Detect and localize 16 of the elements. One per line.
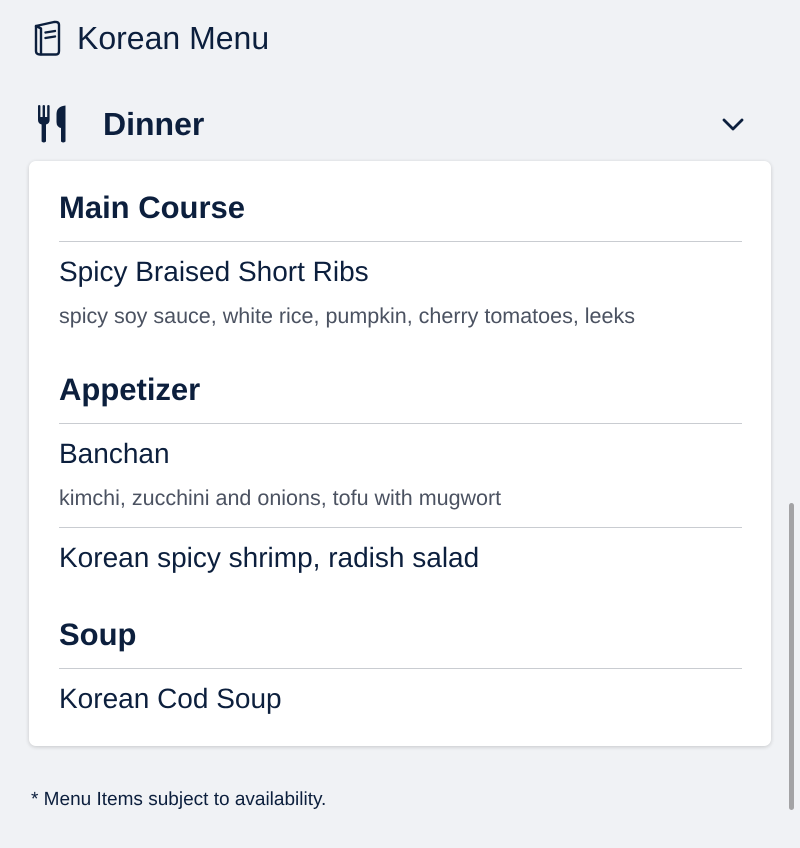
dish-description: kimchi, zucchini and onions, tofu with mugwort (59, 485, 502, 512)
dish-name: Banchan (59, 437, 171, 471)
dish-name: Korean spicy shrimp, radish salad (59, 541, 480, 575)
dish-name: Korean Cod Soup (59, 682, 283, 716)
section-heading: Main Course (59, 189, 246, 227)
availability-note: * Menu Items subject to availability. (31, 789, 326, 810)
menu-book-icon (33, 20, 63, 56)
section-heading: Soup (59, 616, 138, 654)
scrollbar-thumb[interactable] (789, 503, 794, 810)
dish-name: Spicy Braised Short Ribs (59, 255, 370, 289)
meal-title[interactable]: Dinner (103, 104, 204, 144)
chevron-down-icon[interactable] (722, 118, 744, 130)
fork-and-knife-icon (38, 105, 66, 143)
page-title: Korean Menu (77, 19, 270, 57)
dish-description: spicy soy sauce, white rice, pumpkin, cherry tomatoes, leeks (59, 303, 636, 330)
section-heading: Appetizer (59, 371, 202, 409)
